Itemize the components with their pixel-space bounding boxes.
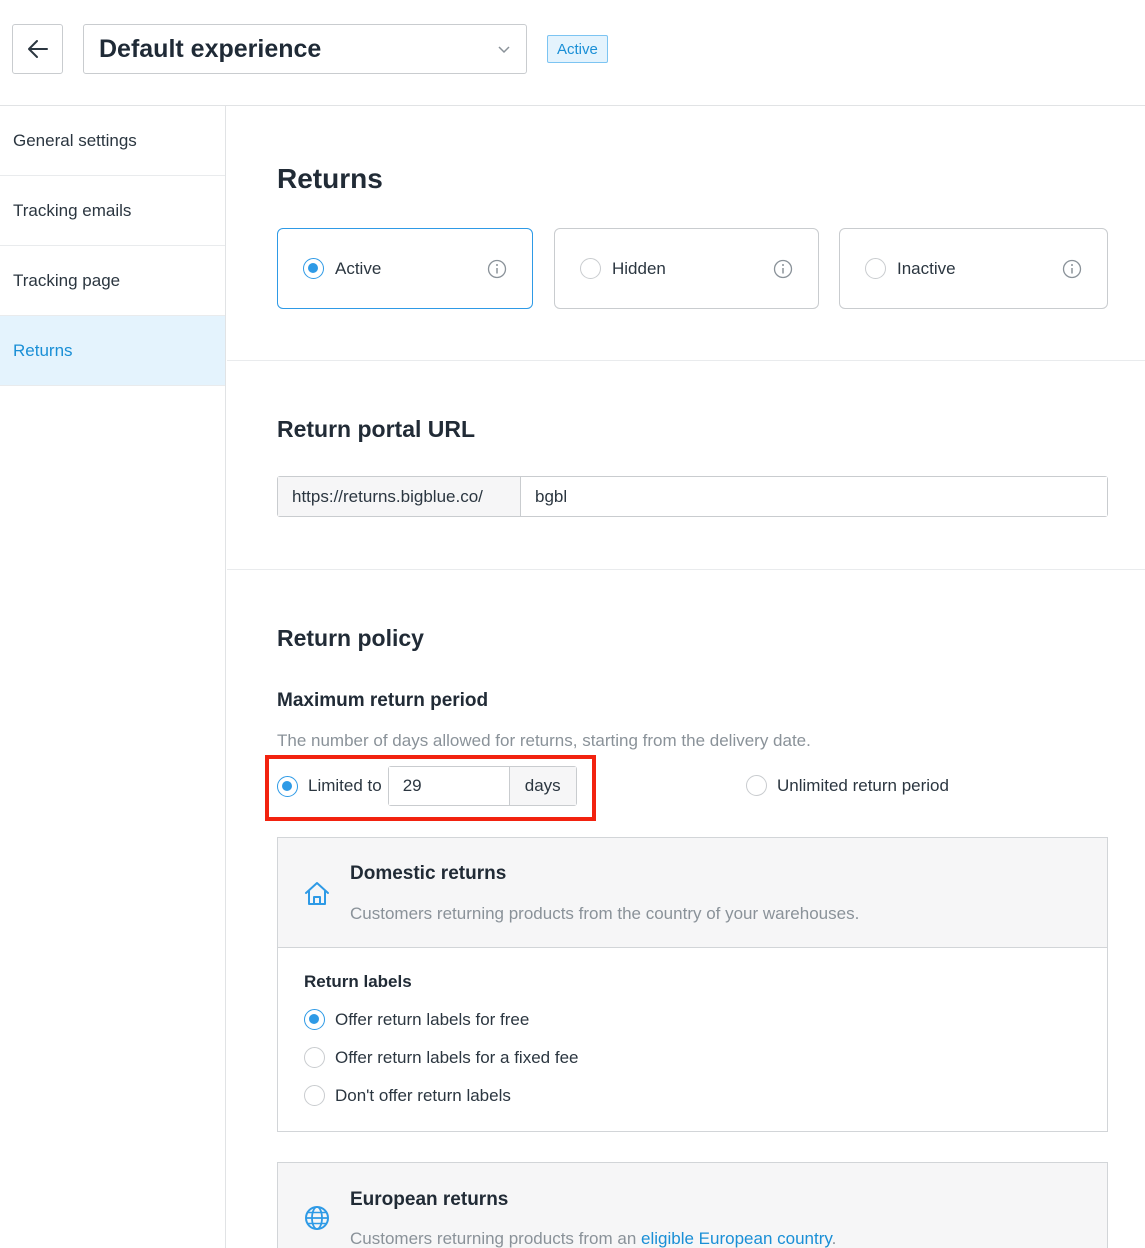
max-return-period-help: The number of days allowed for returns, … [277,731,811,750]
section-divider [227,569,1145,570]
radio-inactive[interactable] [865,258,886,279]
arrow-left-icon [27,40,48,58]
days-suffix: days [509,767,576,805]
sidebar-item-general-settings[interactable]: General settings [0,106,225,176]
label-option-fixed-fee[interactable]: Offer return labels for a fixed fee [304,1047,578,1068]
radio-label-fixed-fee[interactable] [304,1047,325,1068]
label-option-none[interactable]: Don't offer return labels [304,1085,511,1106]
status-option-inactive[interactable]: Inactive [839,228,1108,309]
limited-to-option[interactable]: Limited to days [277,766,577,806]
status-badge: Active [547,35,608,63]
returns-title: Returns [277,163,383,194]
domestic-returns-title: Domestic returns [350,863,507,884]
days-field: days [387,766,577,806]
info-icon[interactable] [1062,259,1082,279]
sidebar-item-tracking-emails[interactable]: Tracking emails [0,176,225,246]
return-labels-title: Return labels [304,972,412,991]
european-description-suffix: . [831,1229,837,1248]
status-option-label: Active [335,258,382,278]
label-option-free[interactable]: Offer return labels for free [304,1009,529,1030]
label-option-text: Offer return labels for a fixed fee [335,1047,579,1067]
radio-label-none[interactable] [304,1085,325,1106]
unlimited-option[interactable]: Unlimited return period [746,775,949,796]
top-header: Default experience Active [0,0,1145,106]
sidebar-item-tracking-page[interactable]: Tracking page [0,246,225,316]
status-option-label: Inactive [897,258,956,278]
radio-active[interactable] [303,258,324,279]
return-policy-title: Return policy [277,625,424,651]
european-returns-card: European returns Customers returning pro… [277,1162,1108,1248]
european-description-text: Customers returning products from an [350,1229,642,1248]
home-icon [305,882,329,905]
european-returns-description: Customers returning products from an eli… [350,1229,836,1248]
radio-limited[interactable] [277,775,298,797]
domestic-returns-card: Domestic returns Customers returning pro… [277,837,1108,1132]
url-prefix: https://returns.bigblue.co/ [278,477,521,516]
info-icon[interactable] [487,259,507,279]
return-labels-section: Return labels Offer return labels for fr… [278,948,1107,1131]
sidebar-item-returns[interactable]: Returns [0,316,225,386]
status-option-hidden[interactable]: Hidden [554,228,819,309]
label-option-text: Offer return labels for free [335,1009,530,1029]
radio-label-free[interactable] [304,1009,325,1030]
european-returns-header: European returns Customers returning pro… [278,1163,1107,1248]
sidebar-nav: General settings Tracking emails Trackin… [0,106,226,1248]
experience-name: Default experience [99,34,322,63]
experience-select[interactable]: Default experience [83,24,527,74]
days-input[interactable] [388,767,510,805]
chevron-down-icon [498,46,510,54]
radio-unlimited[interactable] [746,775,767,796]
radio-hidden[interactable] [580,258,601,279]
european-returns-title: European returns [350,1189,509,1210]
section-divider [227,360,1145,361]
label-option-text: Don't offer return labels [335,1085,511,1105]
back-button[interactable] [12,24,63,74]
status-option-active[interactable]: Active [277,228,533,309]
globe-icon [305,1206,329,1230]
portal-url-title: Return portal URL [277,416,476,442]
status-option-label: Hidden [612,258,666,278]
portal-url-field: https://returns.bigblue.co/ [277,476,1108,517]
info-icon[interactable] [773,259,793,279]
limited-label: Limited to [308,776,382,795]
domestic-returns-header: Domestic returns Customers returning pro… [278,838,1107,948]
max-return-period-title: Maximum return period [277,690,489,711]
domestic-returns-description: Customers returning products from the co… [350,904,860,923]
url-slug-input[interactable] [521,477,1107,516]
eligible-countries-link[interactable]: eligible European country [641,1229,832,1248]
unlimited-label: Unlimited return period [777,775,949,795]
